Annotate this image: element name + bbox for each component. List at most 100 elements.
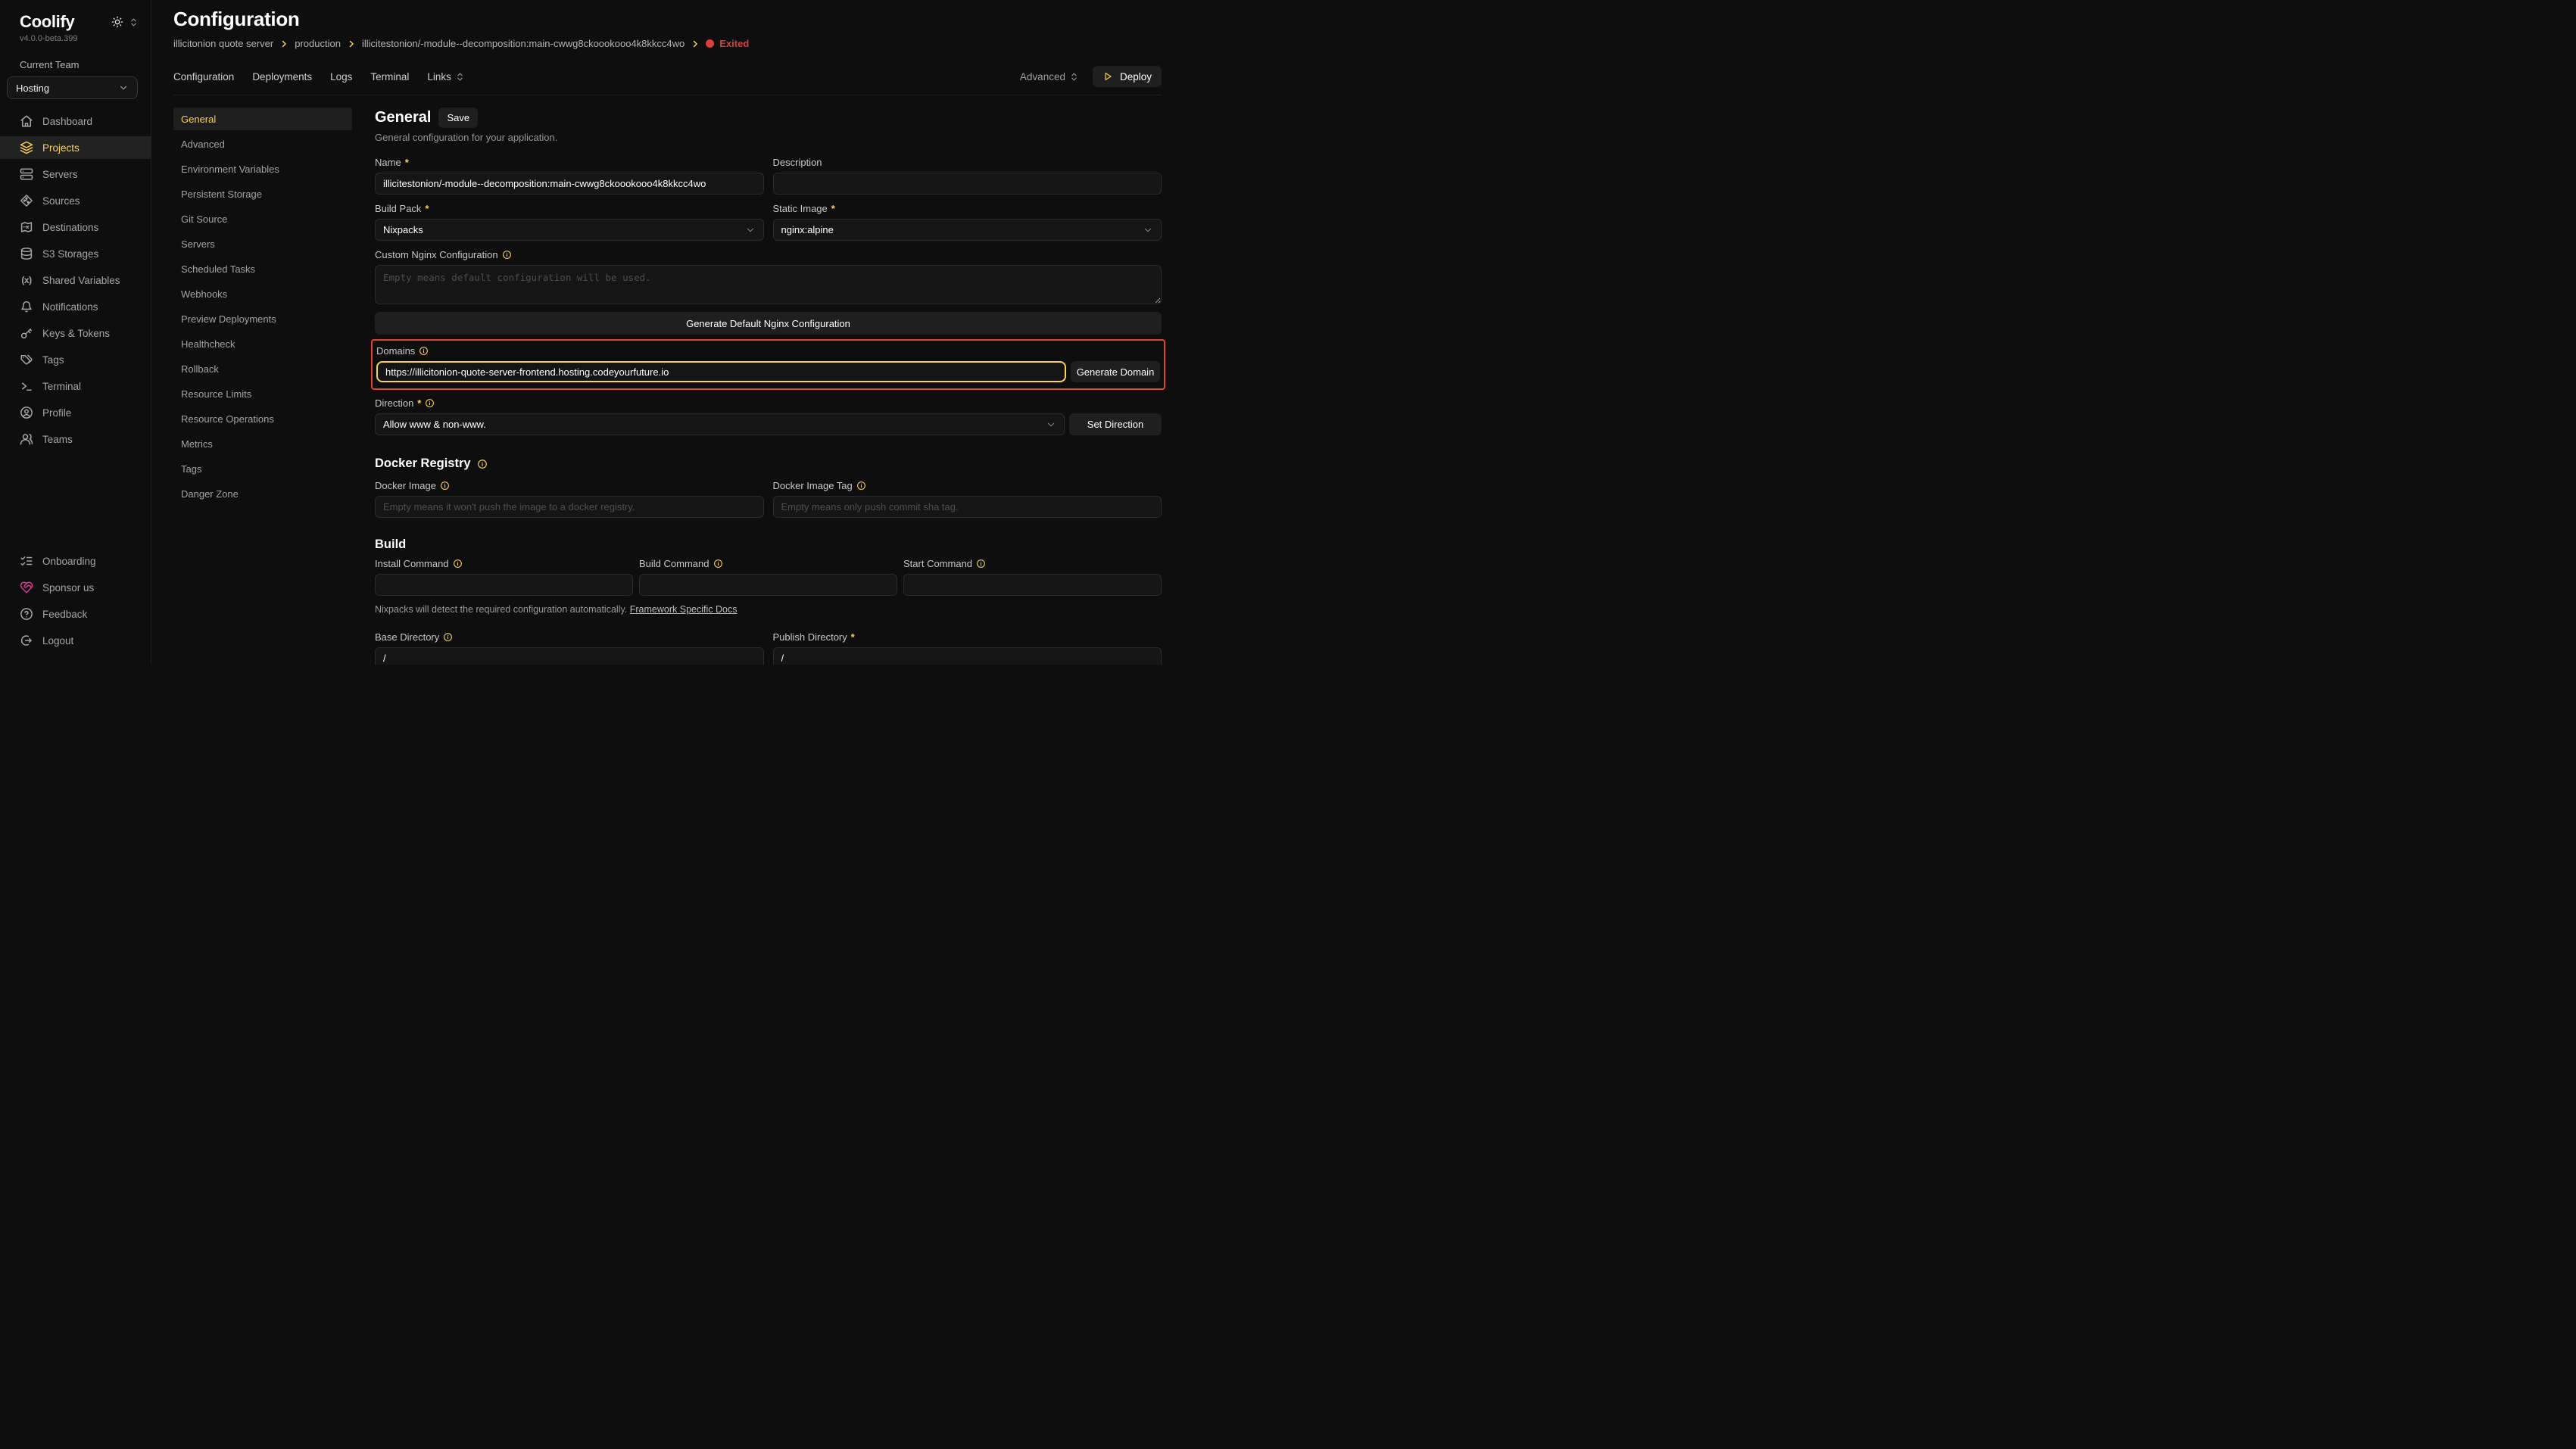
sidebar-item-keys-tokens[interactable]: Keys & Tokens: [0, 322, 151, 344]
sidebar-item-tags[interactable]: Tags: [0, 348, 151, 371]
sidebar-item-notifications[interactable]: Notifications: [0, 295, 151, 318]
subnav-item-general[interactable]: General: [173, 108, 352, 130]
users-icon: [20, 432, 33, 446]
framework-docs-link[interactable]: Framework Specific Docs: [630, 604, 738, 615]
info-icon[interactable]: [976, 559, 986, 569]
checklist-icon: [20, 554, 33, 568]
base-directory-input[interactable]: [375, 647, 764, 665]
logout-icon: [20, 634, 33, 647]
info-icon[interactable]: [453, 559, 463, 569]
sidebar-item-logout[interactable]: Logout: [0, 629, 151, 652]
git-source-icon: [20, 194, 33, 207]
variable-icon: (x): [20, 275, 33, 285]
theme-toggle-sun-icon[interactable]: [111, 16, 123, 28]
subnav-item-resource-limits[interactable]: Resource Limits: [173, 382, 352, 405]
subnav-item-preview-deployments[interactable]: Preview Deployments: [173, 307, 352, 330]
docker-image-tag-input[interactable]: [773, 496, 1162, 518]
docker-image-input[interactable]: [375, 496, 764, 518]
deploy-button[interactable]: Deploy: [1093, 66, 1162, 87]
description-input[interactable]: [773, 173, 1162, 195]
domains-input[interactable]: [376, 361, 1066, 382]
subnav-item-rollback[interactable]: Rollback: [173, 357, 352, 380]
sidebar-item-servers[interactable]: Servers: [0, 163, 151, 185]
tab-terminal[interactable]: Terminal: [370, 71, 409, 83]
direction-label: Direction*: [375, 397, 1162, 409]
chevrons-up-down-icon: [1069, 72, 1079, 82]
brand-selector-icon[interactable]: [129, 17, 139, 27]
config-subnav: General Advanced Environment Variables P…: [173, 108, 352, 665]
info-icon[interactable]: [477, 459, 488, 469]
brand-logo: Coolify: [20, 12, 74, 32]
set-direction-button[interactable]: Set Direction: [1069, 413, 1162, 435]
sidebar-item-onboarding[interactable]: Onboarding: [0, 550, 151, 572]
chevron-down-icon: [1143, 225, 1153, 235]
sidebar-item-profile[interactable]: Profile: [0, 401, 151, 424]
sidebar-item-terminal[interactable]: Terminal: [0, 375, 151, 397]
direction-select[interactable]: Allow www & non-www.: [375, 413, 1065, 435]
bell-icon: [20, 300, 33, 313]
tabs-bar: Configuration Deployments Logs Terminal …: [151, 66, 1181, 87]
subnav-item-scheduled-tasks[interactable]: Scheduled Tasks: [173, 257, 352, 280]
sidebar-item-teams[interactable]: Teams: [0, 428, 151, 450]
sidebar-item-shared-variables[interactable]: (x) Shared Variables: [0, 269, 151, 291]
subnav-item-resource-operations[interactable]: Resource Operations: [173, 407, 352, 430]
subnav-item-metrics[interactable]: Metrics: [173, 432, 352, 455]
subnav-item-environment-variables[interactable]: Environment Variables: [173, 157, 352, 180]
tags-icon: [20, 353, 33, 366]
info-icon[interactable]: [440, 481, 450, 491]
subnav-item-tags[interactable]: Tags: [173, 457, 352, 480]
sidebar-item-dashboard[interactable]: Dashboard: [0, 110, 151, 132]
map-icon: [20, 220, 33, 234]
advanced-dropdown[interactable]: Advanced: [1020, 71, 1079, 83]
save-button[interactable]: Save: [438, 108, 478, 128]
docker-registry-heading: Docker Registry: [375, 457, 471, 471]
subnav-item-git-source[interactable]: Git Source: [173, 207, 352, 230]
info-icon[interactable]: [713, 559, 723, 569]
tab-deployments[interactable]: Deployments: [252, 71, 312, 83]
sidebar-item-projects[interactable]: Projects: [0, 136, 151, 159]
subnav-item-advanced[interactable]: Advanced: [173, 132, 352, 155]
subnav-item-healthcheck[interactable]: Healthcheck: [173, 332, 352, 355]
breadcrumb-application[interactable]: illicitestonion/-module--decomposition:m…: [362, 38, 685, 49]
play-icon: [1102, 71, 1113, 82]
status-badge: Exited: [706, 38, 749, 49]
breadcrumb-environment[interactable]: production: [295, 38, 341, 49]
breadcrumb-project[interactable]: illicitonion quote server: [173, 38, 273, 49]
name-input[interactable]: [375, 173, 764, 195]
status-dot-icon: [706, 39, 714, 48]
heart-handshake-icon: [20, 581, 33, 594]
chevron-down-icon: [1046, 419, 1056, 430]
tab-logs[interactable]: Logs: [330, 71, 352, 83]
sidebar-item-s3-storages[interactable]: S3 Storages: [0, 242, 151, 265]
info-icon[interactable]: [419, 346, 429, 356]
generate-domain-button[interactable]: Generate Domain: [1071, 361, 1160, 382]
subnav-item-webhooks[interactable]: Webhooks: [173, 282, 352, 305]
sidebar-item-feedback[interactable]: Feedback: [0, 603, 151, 625]
build-pack-select[interactable]: Nixpacks: [375, 219, 764, 241]
sidebar-item-destinations[interactable]: Destinations: [0, 216, 151, 238]
info-icon[interactable]: [856, 481, 866, 491]
start-command-input[interactable]: [903, 574, 1162, 596]
static-image-select[interactable]: nginx:alpine: [773, 219, 1162, 241]
info-icon[interactable]: [443, 632, 453, 642]
tab-configuration[interactable]: Configuration: [173, 71, 234, 83]
docker-image-tag-label: Docker Image Tag: [773, 480, 1162, 491]
build-heading: Build: [375, 538, 406, 552]
sidebar-item-sources[interactable]: Sources: [0, 189, 151, 212]
subnav-item-danger-zone[interactable]: Danger Zone: [173, 482, 352, 505]
publish-directory-input[interactable]: [773, 647, 1162, 665]
info-icon[interactable]: [425, 398, 435, 408]
generate-nginx-config-button[interactable]: Generate Default Nginx Configuration: [375, 312, 1162, 335]
install-command-input[interactable]: [375, 574, 633, 596]
subnav-item-servers[interactable]: Servers: [173, 232, 352, 255]
custom-nginx-textarea[interactable]: [375, 265, 1162, 304]
team-select[interactable]: Hosting: [7, 76, 138, 99]
build-command-input[interactable]: [639, 574, 897, 596]
subnav-item-persistent-storage[interactable]: Persistent Storage: [173, 182, 352, 205]
info-icon[interactable]: [502, 250, 512, 260]
help-circle-icon: [20, 607, 33, 621]
sidebar-item-sponsor-us[interactable]: Sponsor us: [0, 576, 151, 599]
tab-links[interactable]: Links: [427, 71, 465, 83]
base-directory-label: Base Directory: [375, 631, 764, 643]
required-asterisk: *: [831, 203, 835, 214]
